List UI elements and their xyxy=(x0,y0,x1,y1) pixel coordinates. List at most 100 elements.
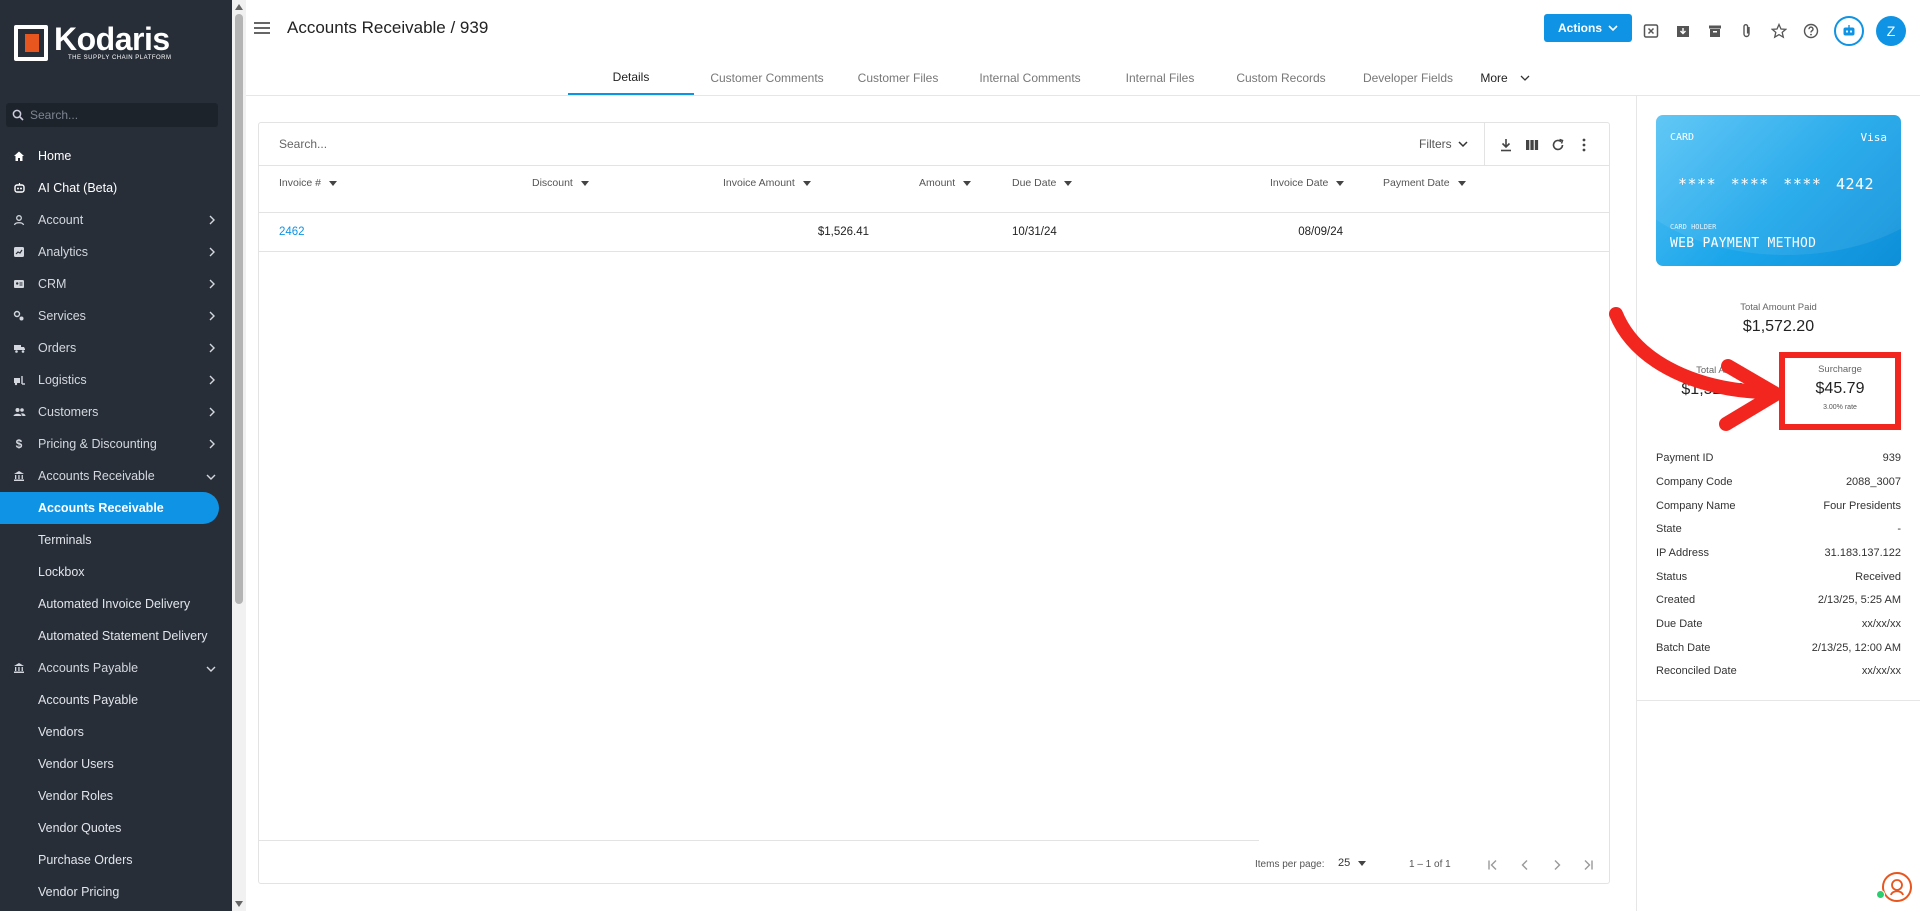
tab-customer-files[interactable]: Customer Files xyxy=(840,60,956,95)
sidebar-item-label: AI Chat (Beta) xyxy=(38,181,118,195)
card-type-label: CARD xyxy=(1670,132,1695,143)
sidebar-item-accounts-payable-group[interactable]: Accounts Payable xyxy=(0,652,232,684)
sidebar-item-purchase-orders[interactable]: Purchase Orders xyxy=(0,844,232,876)
sidebar-item-terminals[interactable]: Terminals xyxy=(0,524,232,556)
close-box-icon[interactable] xyxy=(1640,20,1662,42)
sidebar-item-accounts-receivable[interactable]: Accounts Receivable xyxy=(0,492,219,524)
download-icon[interactable] xyxy=(1496,135,1516,155)
tab-custom-records[interactable]: Custom Records xyxy=(1216,60,1346,95)
column-header-discount[interactable]: Discount xyxy=(532,177,589,189)
column-header-due-date[interactable]: Due Date xyxy=(1012,177,1073,189)
sidebar-item-label: Accounts Receivable xyxy=(38,469,155,483)
sidebar-item-services[interactable]: Services xyxy=(0,300,232,332)
sidebar-item-automated-statement-delivery[interactable]: Automated Statement Delivery xyxy=(0,620,232,652)
detail-value: Received xyxy=(1855,571,1901,583)
star-icon[interactable] xyxy=(1768,20,1790,42)
sidebar-item-orders[interactable]: Orders xyxy=(0,332,232,364)
tab-more[interactable]: More xyxy=(1470,60,1540,95)
column-header-amount[interactable]: Amount xyxy=(919,177,972,189)
column-header-label: Due Date xyxy=(1012,177,1057,189)
surcharge-value: $45.79 xyxy=(1815,380,1865,397)
tab-developer-fields[interactable]: Developer Fields xyxy=(1346,60,1470,95)
scroll-up-arrow-icon[interactable] xyxy=(235,4,243,10)
sidebar-item-vendor-quotes[interactable]: Vendor Quotes xyxy=(0,812,232,844)
sidebar-item-lockbox[interactable]: Lockbox xyxy=(0,556,232,588)
sidebar-item-home[interactable]: Home xyxy=(0,140,232,172)
refresh-icon[interactable] xyxy=(1548,135,1568,155)
sidebar-item-vendor-pricing[interactable]: Vendor Pricing xyxy=(0,876,232,908)
chevron-down-icon xyxy=(1458,137,1468,151)
table-search-input[interactable] xyxy=(279,137,679,151)
detail-label: Created xyxy=(1656,594,1696,606)
sidebar-search-input[interactable] xyxy=(30,108,210,122)
sidebar-item-automated-invoice-delivery[interactable]: Automated Invoice Delivery xyxy=(0,588,232,620)
sidebar-item-accounts-payable[interactable]: Accounts Payable xyxy=(0,684,232,716)
column-header-invoice-amount[interactable]: Invoice Amount xyxy=(723,177,811,189)
tab-customer-comments[interactable]: Customer Comments xyxy=(694,60,840,95)
sort-caret-icon xyxy=(1064,180,1073,186)
forklift-icon xyxy=(12,373,26,387)
first-page-icon[interactable] xyxy=(1483,855,1503,875)
sidebar-item-pricing[interactable]: $ Pricing & Discounting xyxy=(0,428,232,460)
column-header-invoice[interactable]: Invoice # xyxy=(279,177,338,189)
user-avatar[interactable]: Z xyxy=(1876,16,1906,46)
column-header-payment-date[interactable]: Payment Date xyxy=(1383,177,1466,189)
sidebar-item-ai-chat[interactable]: AI Chat (Beta) xyxy=(0,172,232,204)
sidebar-item-vendor-roles[interactable]: Vendor Roles xyxy=(0,780,232,812)
items-per-page-select[interactable]: 25 xyxy=(1338,857,1367,869)
tab-internal-files[interactable]: Internal Files xyxy=(1104,60,1216,95)
group-icon xyxy=(12,405,26,419)
last-page-icon[interactable] xyxy=(1578,855,1598,875)
person-icon xyxy=(12,213,26,227)
sort-caret-icon xyxy=(1457,180,1466,186)
page-title: Accounts Receivable / 939 xyxy=(287,18,489,37)
robot-icon xyxy=(12,181,26,195)
archive-download-icon[interactable] xyxy=(1672,20,1694,42)
sidebar-item-crm[interactable]: CRM xyxy=(0,268,232,300)
menu-icon[interactable] xyxy=(254,22,270,37)
ai-assistant-icon[interactable] xyxy=(1834,16,1864,46)
kodaris-logo[interactable]: Kodaris THE SUPPLY CHAIN PLATFORM xyxy=(14,23,172,61)
sidebar-scrollbar[interactable] xyxy=(232,0,246,911)
sidebar-item-vendor-users[interactable]: Vendor Users xyxy=(0,748,232,780)
column-header-label: Invoice Date xyxy=(1270,177,1329,189)
tab-details[interactable]: Details xyxy=(568,60,694,95)
sidebar-item-vendors[interactable]: Vendors xyxy=(0,716,232,748)
chevron-right-icon xyxy=(208,310,216,324)
chat-widget-icon[interactable] xyxy=(1882,872,1912,902)
analytics-icon xyxy=(12,245,26,259)
previous-page-icon[interactable] xyxy=(1515,855,1535,875)
sidebar-item-account[interactable]: Account xyxy=(0,204,232,236)
detail-label: Company Name xyxy=(1656,500,1736,512)
archive-icon[interactable] xyxy=(1704,20,1726,42)
sidebar-item-analytics[interactable]: Analytics xyxy=(0,236,232,268)
scroll-down-arrow-icon[interactable] xyxy=(235,901,243,907)
table-divider xyxy=(259,251,1609,252)
header-toolbar: Z xyxy=(1640,16,1906,46)
filters-button[interactable]: Filters xyxy=(1419,137,1468,151)
sort-caret-icon xyxy=(580,180,589,186)
next-page-icon[interactable] xyxy=(1547,855,1567,875)
sidebar-item-logistics[interactable]: Logistics xyxy=(0,364,232,396)
detail-row-status: Status Received xyxy=(1656,571,1901,583)
invoice-link[interactable]: 2462 xyxy=(279,226,305,238)
actions-button[interactable]: Actions xyxy=(1544,14,1632,42)
more-vertical-icon[interactable] xyxy=(1574,135,1594,155)
tab-internal-comments[interactable]: Internal Comments xyxy=(956,60,1104,95)
detail-value: - xyxy=(1897,523,1901,535)
sidebar-item-customers[interactable]: Customers xyxy=(0,396,232,428)
detail-row-created: Created 2/13/25, 5:25 AM xyxy=(1656,594,1901,606)
actions-label: Actions xyxy=(1557,21,1602,35)
attachment-icon[interactable] xyxy=(1736,20,1758,42)
sidebar-item-label: Services xyxy=(38,309,86,323)
sidebar-item-label: Accounts Receivable xyxy=(38,501,164,515)
sidebar-item-label: Orders xyxy=(38,341,77,355)
help-icon[interactable] xyxy=(1800,20,1822,42)
sort-caret-icon xyxy=(1336,180,1345,186)
scroll-thumb[interactable] xyxy=(235,14,243,604)
cell-invoice-amount: $1,526.41 xyxy=(817,226,869,238)
sort-caret-icon xyxy=(963,180,972,186)
sidebar-item-accounts-receivable-group[interactable]: Accounts Receivable xyxy=(0,460,232,492)
columns-icon[interactable] xyxy=(1522,135,1542,155)
column-header-invoice-date[interactable]: Invoice Date xyxy=(1270,177,1345,189)
